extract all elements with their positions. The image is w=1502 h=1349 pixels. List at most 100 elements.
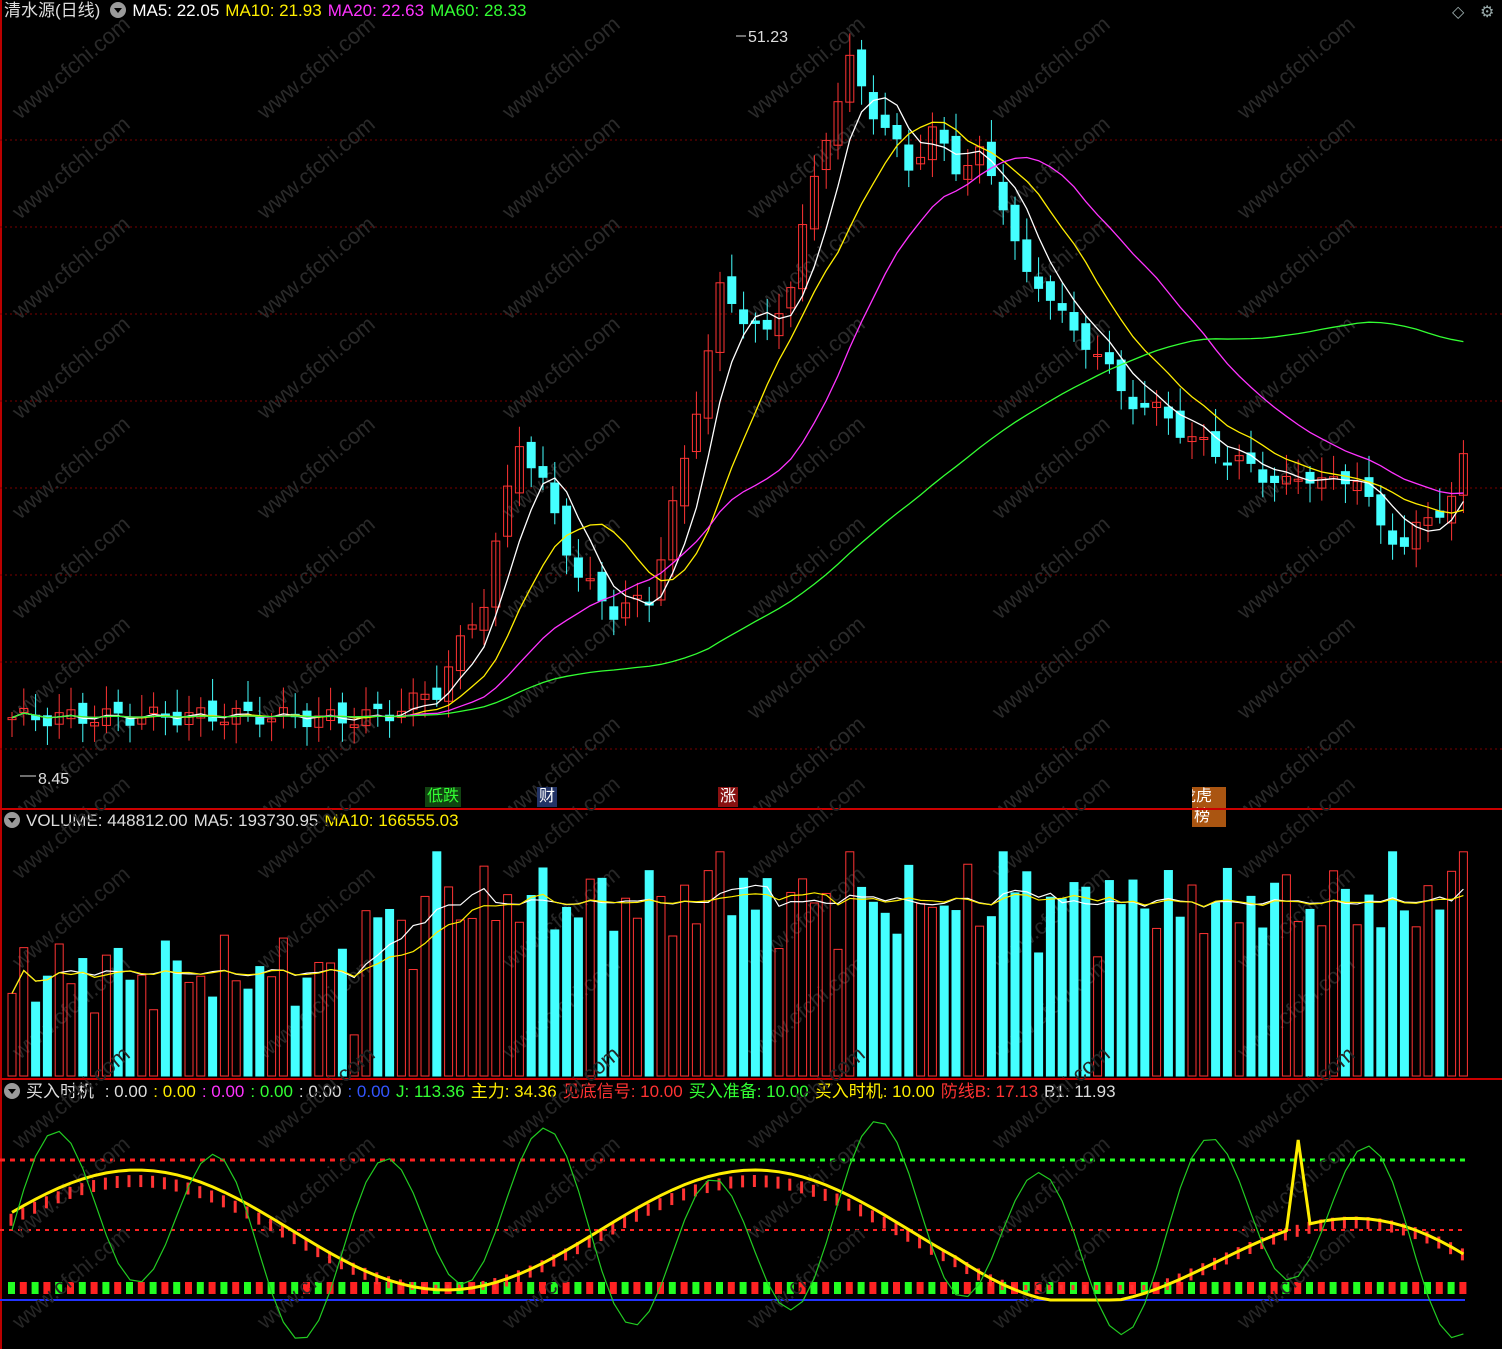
candle-body	[1045, 281, 1055, 301]
watermark: www.cfchi.com	[6, 11, 134, 124]
volume-header: VOLUME: 448812.00 MA5: 193730.95 MA10: 166…	[4, 810, 465, 832]
indicator-value-12: B1: 11.93	[1044, 1082, 1116, 1101]
watermark: www.cfchi.com	[6, 111, 134, 224]
candle-body	[1081, 323, 1091, 350]
watermark: www.cfchi.com	[986, 311, 1114, 424]
high-price-label: 51.23	[748, 29, 788, 46]
candle-body	[113, 701, 123, 714]
candle-body	[337, 702, 347, 724]
candle-body	[904, 144, 914, 171]
candle-body	[951, 135, 961, 175]
indicator-panel-toggle-icon[interactable]	[4, 1083, 20, 1099]
watermark: www.cfchi.com	[251, 11, 379, 124]
watermark: www.cfchi.com	[496, 111, 624, 224]
watermark: www.cfchi.com	[741, 511, 869, 624]
candle-body	[1376, 494, 1386, 526]
tag-finance-label: 财	[539, 788, 556, 805]
tag-low-drop-label: 低跌	[427, 788, 460, 805]
watermark: www.cfchi.com	[251, 411, 379, 524]
watermark: www.cfchi.com	[6, 411, 134, 524]
candle-body	[1399, 537, 1409, 547]
indicator-value-1: : 0.00	[153, 1082, 196, 1101]
tag-dragon-tiger[interactable]: 龙虎榜	[1192, 787, 1226, 827]
watermark: www.cfchi.com	[1231, 511, 1359, 624]
watermark: www.cfchi.com	[986, 711, 1114, 808]
watermark: www.cfchi.com	[6, 311, 134, 424]
watermark: www.cfchi.com	[496, 311, 624, 424]
candle-body	[1222, 462, 1232, 466]
indicator-value-0: : 0.00	[104, 1082, 148, 1101]
volume-toggle-icon[interactable]	[4, 812, 20, 828]
watermark: www.cfchi.com	[1231, 11, 1359, 124]
candle-body	[208, 700, 218, 722]
candle-body	[1258, 469, 1268, 483]
indicator-value-4: : 0.00	[298, 1082, 342, 1101]
watermark: www.cfchi.com	[741, 211, 869, 324]
tag-dragon-tiger-label: 龙虎榜	[1192, 788, 1213, 825]
candle-body	[597, 571, 607, 602]
watermark: www.cfchi.com	[741, 711, 869, 808]
watermark: www.cfchi.com	[986, 11, 1114, 124]
watermark: www.cfchi.com	[251, 611, 379, 724]
watermark: www.cfchi.com	[1231, 711, 1359, 808]
tag-low-drop[interactable]: 低跌	[425, 787, 462, 807]
watermark: www.cfchi.com	[251, 711, 379, 808]
candle-body	[857, 49, 867, 87]
watermark: www.cfchi.com	[496, 711, 624, 808]
watermark: www.cfchi.com	[741, 311, 869, 424]
watermark: www.cfchi.com	[1231, 611, 1359, 724]
candle-body	[998, 181, 1008, 211]
candle-body	[1140, 402, 1150, 408]
indicator-value-9: 买入准备: 10.00	[688, 1082, 809, 1101]
candle-body	[550, 482, 560, 514]
watermark: www.cfchi.com	[251, 211, 379, 324]
candle-body	[739, 309, 749, 325]
tag-rise-label: 涨	[720, 788, 737, 805]
candle-body	[1104, 352, 1114, 365]
candle-body	[526, 441, 536, 469]
candle-body	[892, 124, 902, 140]
candle-body	[255, 716, 265, 725]
candle-body	[1069, 312, 1079, 331]
candle-body	[1057, 303, 1067, 311]
candle-body	[1388, 530, 1398, 545]
candle-body	[762, 319, 772, 330]
watermark: www.cfchi.com	[986, 511, 1114, 624]
low-price-label: 8.45	[38, 771, 69, 788]
indicator-value-6: J: 113.36	[396, 1082, 465, 1101]
candle-body	[1022, 239, 1032, 272]
candle-body	[538, 466, 548, 478]
candle-body	[1340, 471, 1350, 485]
watermark: www.cfchi.com	[496, 511, 624, 624]
candle-body	[573, 557, 583, 578]
candle-body	[1270, 475, 1280, 483]
watermark: www.cfchi.com	[986, 611, 1114, 724]
watermark: www.cfchi.com	[1231, 111, 1359, 224]
candle-body	[1305, 471, 1315, 484]
watermark: www.cfchi.com	[741, 611, 869, 724]
candle-body	[727, 276, 737, 304]
candle-body	[939, 129, 949, 144]
indicator-value-11: 防线B: 17.13	[940, 1082, 1039, 1101]
candle-body	[1364, 477, 1374, 497]
watermark: www.cfchi.com	[251, 111, 379, 224]
tag-rise[interactable]: 涨	[718, 787, 739, 807]
volume-ma5: MA5: 193730.95	[193, 811, 319, 830]
panel-divider	[0, 1078, 1502, 1080]
tag-finance[interactable]: 财	[537, 787, 558, 807]
indicator-value-3: : 0.00	[250, 1082, 293, 1101]
watermark: www.cfchi.com	[6, 511, 134, 624]
indicator-header: 买入时机 : 0.00: 0.00: 0.00: 0.00: 0.00: 0.0…	[4, 1081, 1122, 1103]
watermark: www.cfchi.com	[741, 111, 869, 224]
price-chart: www.cfchi.com www.cfchi.com www.cfchi.com w…	[0, 11, 1502, 808]
watermark: www.cfchi.com	[741, 411, 869, 524]
candle-body	[373, 703, 383, 710]
volume-ma10: MA10: 166555.03	[324, 811, 459, 830]
indicator-value-8: 见底信号: 10.00	[562, 1082, 683, 1101]
indicator-name: 买入时机	[26, 1082, 94, 1101]
candle-body	[78, 702, 88, 724]
volume-value: VOLUME: 448812.00	[26, 811, 188, 830]
candle-body	[880, 114, 890, 128]
candle-body	[125, 718, 135, 726]
watermark: www.cfchi.com	[6, 211, 134, 324]
